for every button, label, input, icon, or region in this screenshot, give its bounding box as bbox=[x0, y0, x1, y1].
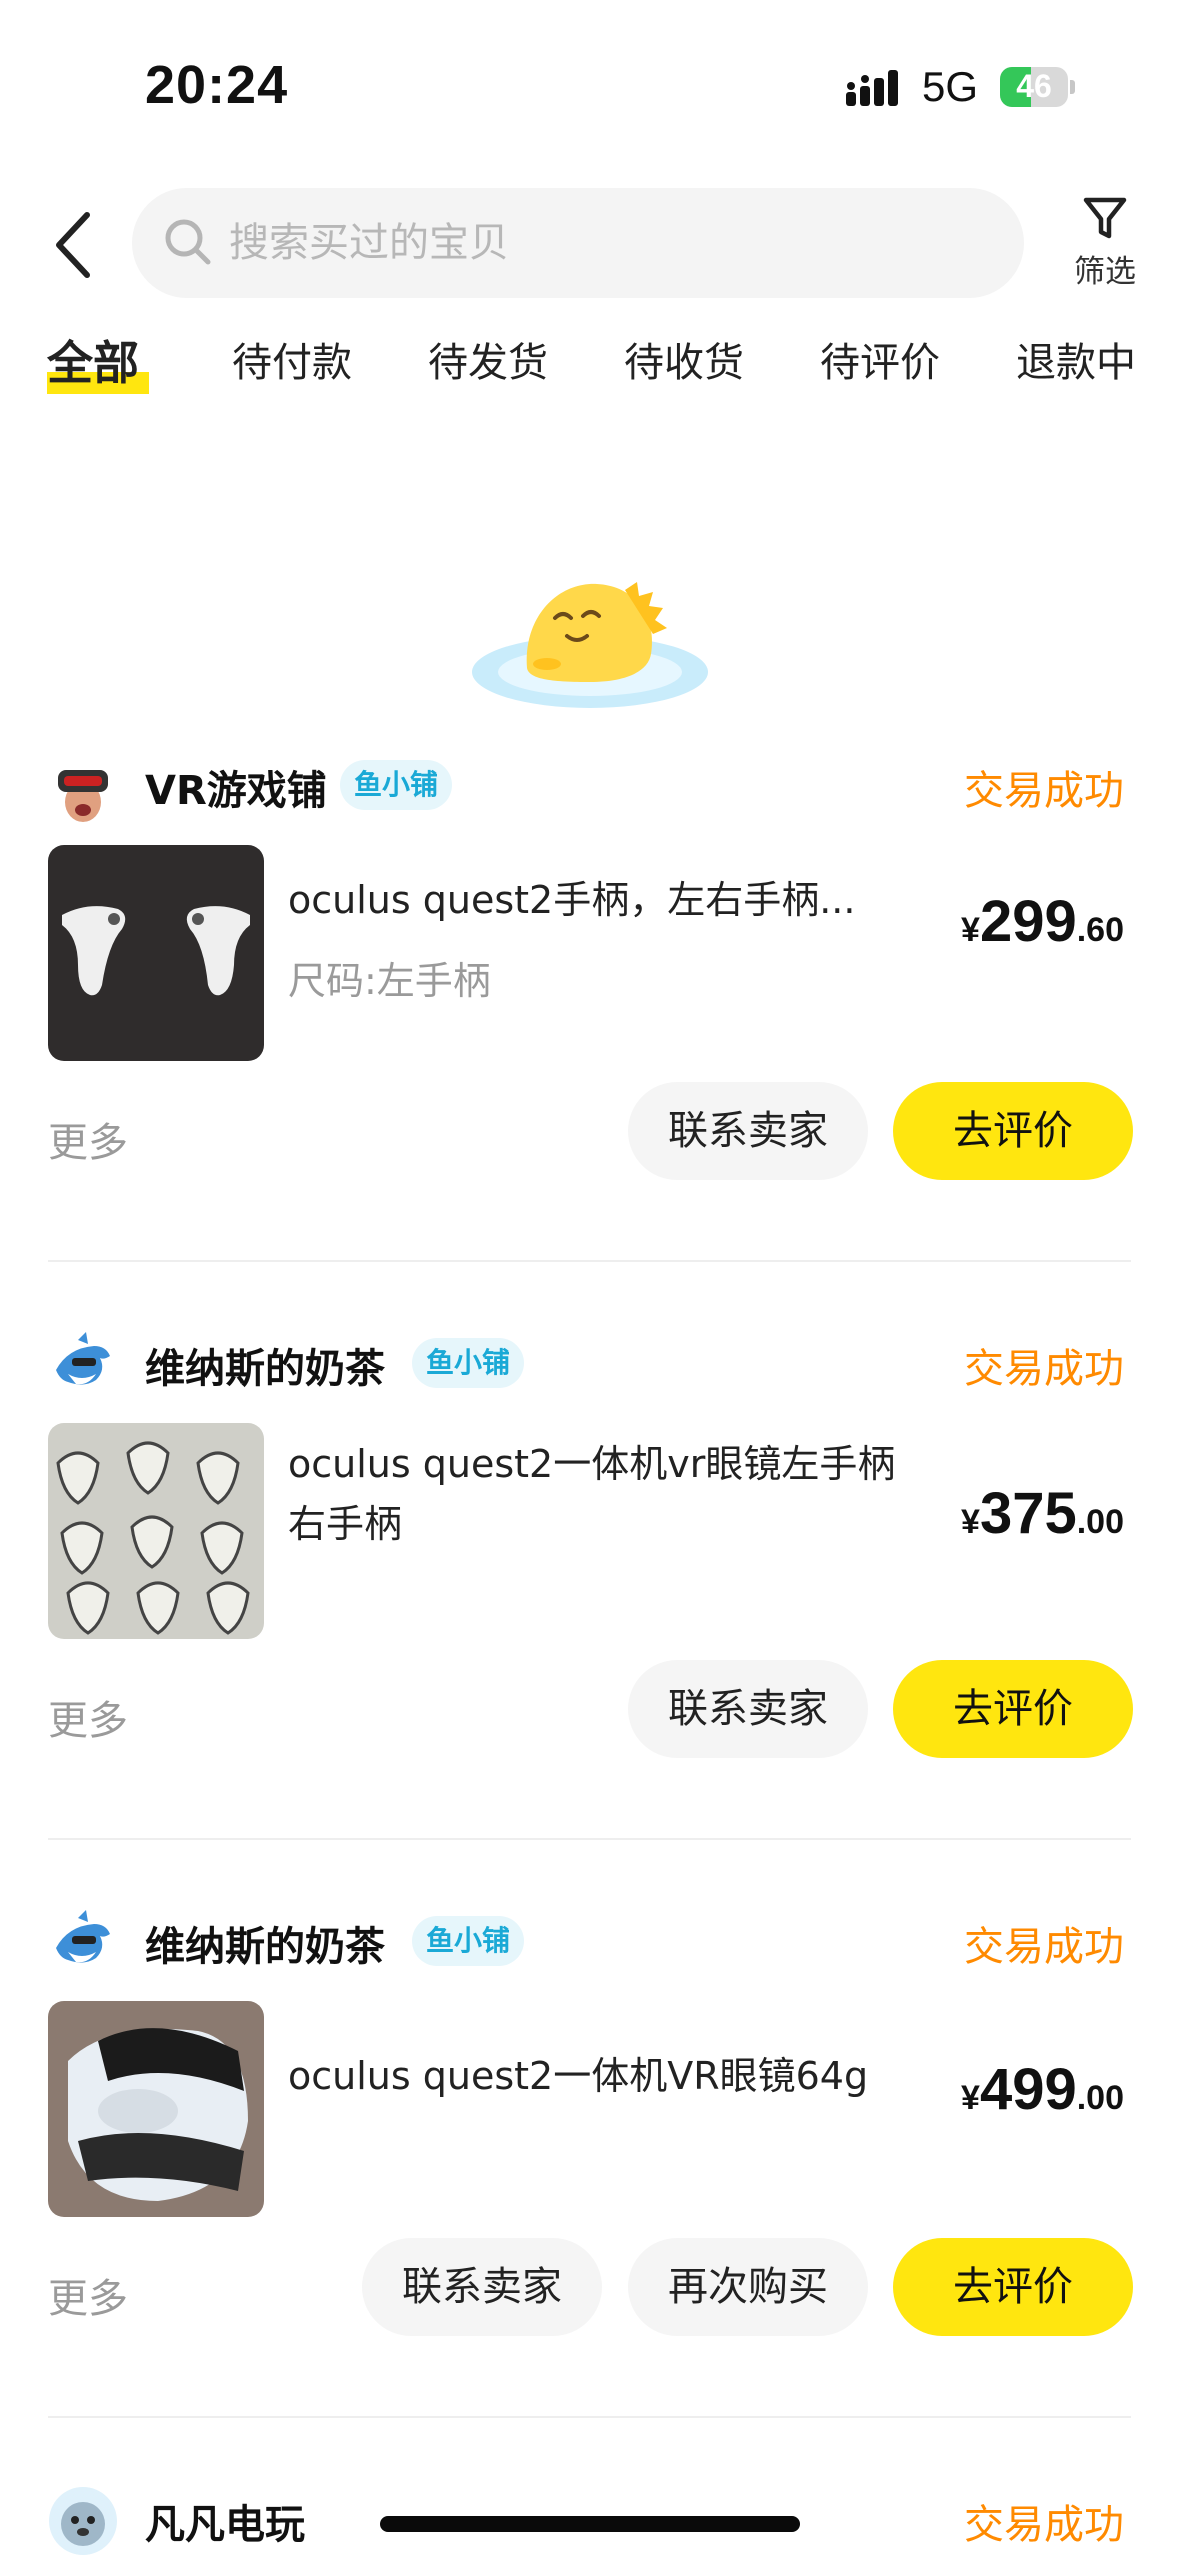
filter-icon bbox=[1083, 197, 1127, 239]
shop-avatar[interactable] bbox=[48, 752, 118, 822]
order-status: 交易成功 bbox=[964, 2502, 1124, 2548]
back-button[interactable] bbox=[45, 205, 105, 285]
shop-name[interactable]: 维纳斯的奶茶 bbox=[145, 1336, 385, 1394]
contact-seller-button[interactable]: 联系卖家 bbox=[628, 1082, 868, 1180]
more-button[interactable]: 更多 bbox=[48, 1110, 128, 1168]
buy-again-button[interactable]: 再次购买 bbox=[628, 2238, 868, 2336]
status-bar: 20:24 5G 46 bbox=[0, 0, 1179, 170]
review-button[interactable]: 去评价 bbox=[893, 1660, 1133, 1758]
order-status: 交易成功 bbox=[964, 1346, 1124, 1392]
shop-avatar[interactable] bbox=[48, 1330, 118, 1400]
battery-icon: 46 bbox=[1000, 67, 1075, 107]
order-card: 凡凡电玩 交易成功 bbox=[0, 2474, 1179, 2556]
status-time: 20:24 bbox=[145, 55, 289, 115]
signal-icon bbox=[846, 70, 898, 106]
review-button[interactable]: 去评价 bbox=[893, 1082, 1133, 1180]
product-title[interactable]: oculus quest2一体机vr眼镜左手柄右手柄 bbox=[288, 1434, 908, 1554]
order-status: 交易成功 bbox=[964, 768, 1124, 814]
order-status: 交易成功 bbox=[964, 1924, 1124, 1970]
price: ¥499.00 bbox=[961, 2057, 1124, 2122]
home-indicator[interactable] bbox=[380, 2516, 800, 2532]
tab-pending-review[interactable]: 待评价 bbox=[820, 330, 940, 388]
order-tabs: 全部 待付款 待发货 待收货 待评价 退款中 bbox=[0, 330, 1179, 400]
review-button[interactable]: 去评价 bbox=[893, 2238, 1133, 2336]
tab-pending-shipment[interactable]: 待发货 bbox=[428, 330, 548, 388]
tab-all[interactable]: 全部 bbox=[47, 327, 139, 393]
battery-level: 46 bbox=[1016, 68, 1052, 104]
shop-badge: 鱼小铺 bbox=[412, 1916, 525, 1966]
order-card: VR游戏铺 鱼小铺 交易成功 oculus quest2手柄，左右手柄... 尺… bbox=[0, 740, 1179, 1315]
shop-avatar[interactable] bbox=[48, 2486, 118, 2556]
divider bbox=[48, 1838, 1131, 1840]
tab-pending-receipt[interactable]: 待收货 bbox=[624, 330, 744, 388]
contact-seller-button[interactable]: 联系卖家 bbox=[362, 2238, 602, 2336]
product-title[interactable]: oculus quest2一体机VR眼镜64g bbox=[288, 2046, 928, 2106]
filter-label: 筛选 bbox=[1074, 254, 1136, 290]
shop-avatar[interactable] bbox=[48, 1908, 118, 1978]
shop-badge: 鱼小铺 bbox=[340, 760, 453, 810]
product-image[interactable] bbox=[48, 845, 264, 1061]
contact-seller-button[interactable]: 联系卖家 bbox=[628, 1660, 868, 1758]
product-title[interactable]: oculus quest2手柄，左右手柄... bbox=[288, 870, 908, 930]
tab-pending-payment[interactable]: 待付款 bbox=[232, 330, 352, 388]
search-input[interactable] bbox=[227, 212, 991, 274]
network-label: 5G bbox=[922, 63, 979, 110]
search-icon bbox=[165, 219, 211, 265]
shop-badge: 鱼小铺 bbox=[412, 1338, 525, 1388]
more-button[interactable]: 更多 bbox=[48, 1688, 128, 1746]
shop-name[interactable]: 凡凡电玩 bbox=[145, 2492, 305, 2550]
product-image[interactable] bbox=[48, 2001, 264, 2217]
price: ¥299.60 bbox=[961, 889, 1124, 954]
shop-name[interactable]: 维纳斯的奶茶 bbox=[145, 1914, 385, 1972]
more-button[interactable]: 更多 bbox=[48, 2266, 128, 2324]
product-spec: 尺码:左手柄 bbox=[288, 959, 491, 1003]
order-card: 维纳斯的奶茶 鱼小铺 交易成功 oculus quest2一体机VR眼镜64g … bbox=[0, 1896, 1179, 2471]
product-image[interactable] bbox=[48, 1423, 264, 1639]
shop-name[interactable]: VR游戏铺 bbox=[145, 758, 327, 816]
filter-button[interactable]: 筛选 bbox=[1060, 190, 1150, 300]
order-card: 维纳斯的奶茶 鱼小铺 交易成功 oculus quest2一体机vr眼镜左手柄右… bbox=[0, 1318, 1179, 1893]
divider bbox=[48, 1260, 1131, 1262]
divider bbox=[48, 2416, 1131, 2418]
search-bar[interactable] bbox=[132, 188, 1024, 298]
price: ¥375.00 bbox=[961, 1481, 1124, 1546]
fish-mascot-icon bbox=[472, 582, 708, 708]
tab-refunding[interactable]: 退款中 bbox=[1016, 330, 1136, 388]
